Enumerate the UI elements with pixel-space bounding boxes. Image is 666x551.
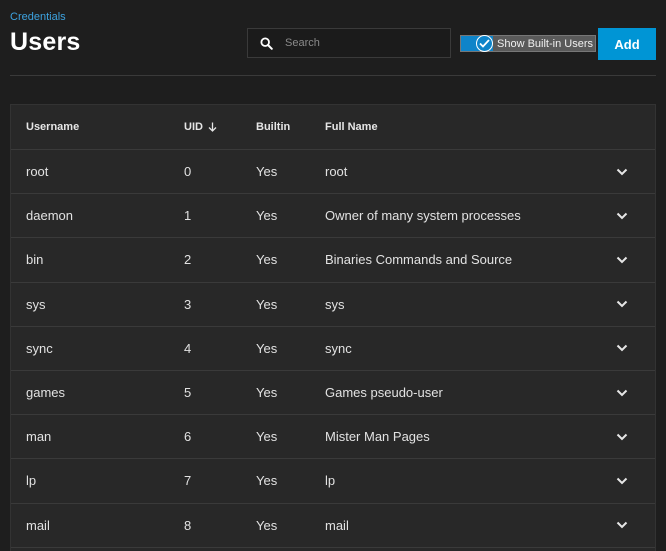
page-title: Users bbox=[10, 28, 81, 56]
cell-username: games bbox=[26, 385, 66, 401]
cell-username: sync bbox=[26, 340, 53, 356]
cell-uid: 8 bbox=[184, 517, 192, 533]
cell-uid: 7 bbox=[184, 473, 192, 489]
arrow-down-icon bbox=[208, 122, 217, 132]
cell-builtin: Yes bbox=[256, 208, 278, 224]
cell-builtin: Yes bbox=[256, 473, 278, 489]
chevron-down-icon[interactable] bbox=[614, 283, 630, 326]
cell-builtin: Yes bbox=[256, 252, 278, 268]
chevron-down-icon[interactable] bbox=[614, 504, 630, 547]
table-row[interactable]: root 0 Yes root bbox=[11, 150, 655, 195]
cell-username: root bbox=[26, 164, 49, 180]
chevron-down-icon[interactable] bbox=[614, 371, 630, 414]
column-header-uid[interactable]: UID bbox=[184, 105, 217, 149]
column-header-uid-label: UID bbox=[184, 121, 203, 133]
cell-full-name: sync bbox=[325, 340, 352, 356]
cell-username: lp bbox=[26, 473, 37, 489]
cell-builtin: Yes bbox=[256, 429, 278, 445]
cell-uid: 0 bbox=[184, 164, 192, 180]
cell-full-name: Binaries Commands and Source bbox=[325, 252, 513, 268]
cell-uid: 2 bbox=[184, 252, 192, 268]
cell-uid: 3 bbox=[184, 296, 192, 312]
chevron-down-icon[interactable] bbox=[614, 327, 630, 370]
toggle-track[interactable] bbox=[461, 35, 493, 52]
cell-full-name: Owner of many system processes bbox=[325, 208, 521, 224]
add-user-button[interactable]: Add bbox=[598, 28, 656, 60]
table-row[interactable]: lp 7 Yes lp bbox=[11, 459, 655, 504]
cell-username: bin bbox=[26, 252, 44, 268]
table-row[interactable]: man 6 Yes Mister Man Pages bbox=[11, 415, 655, 460]
search-box[interactable] bbox=[247, 28, 451, 58]
users-table: Username UID Builtin Full Name root 0 Ye… bbox=[10, 104, 656, 551]
cell-builtin: Yes bbox=[256, 340, 278, 356]
cell-builtin: Yes bbox=[256, 517, 278, 533]
column-header-builtin[interactable]: Builtin bbox=[256, 105, 290, 149]
cell-builtin: Yes bbox=[256, 164, 278, 180]
cell-full-name: lp bbox=[325, 473, 336, 489]
cell-uid: 4 bbox=[184, 340, 192, 356]
table-header: Username UID Builtin Full Name bbox=[11, 105, 655, 150]
cell-full-name: sys bbox=[325, 296, 345, 312]
cell-builtin: Yes bbox=[256, 385, 278, 401]
cell-full-name: Mister Man Pages bbox=[325, 429, 430, 445]
chevron-down-icon[interactable] bbox=[614, 415, 630, 458]
chevron-down-icon[interactable] bbox=[614, 459, 630, 502]
cell-builtin: Yes bbox=[256, 296, 278, 312]
chevron-down-icon[interactable] bbox=[614, 238, 630, 281]
table-row[interactable]: mail 8 Yes mail bbox=[11, 504, 655, 548]
toggle-label: Show Built-in Users bbox=[497, 37, 593, 50]
column-header-full-name[interactable]: Full Name bbox=[325, 105, 378, 149]
cell-full-name: mail bbox=[325, 517, 349, 533]
cell-uid: 6 bbox=[184, 429, 192, 445]
chevron-down-icon[interactable] bbox=[614, 194, 630, 237]
cell-username: sys bbox=[26, 296, 46, 312]
cell-username: man bbox=[26, 429, 52, 445]
breadcrumb[interactable]: Credentials bbox=[10, 11, 66, 23]
cell-username: daemon bbox=[26, 208, 73, 224]
chevron-down-icon[interactable] bbox=[614, 150, 630, 193]
column-header-username[interactable]: Username bbox=[26, 105, 79, 149]
users-page: Credentials Users Show Built-in Users Ad… bbox=[0, 0, 666, 551]
search-icon bbox=[259, 36, 273, 50]
cell-uid: 5 bbox=[184, 385, 192, 401]
cell-full-name: Games pseudo-user bbox=[325, 385, 443, 401]
table-row[interactable]: sys 3 Yes sys bbox=[11, 283, 655, 327]
table-row[interactable]: bin 2 Yes Binaries Commands and Source bbox=[11, 238, 655, 283]
table-row[interactable]: sync 4 Yes sync bbox=[11, 327, 655, 371]
cell-username: mail bbox=[26, 517, 50, 533]
show-builtin-users-toggle[interactable]: Show Built-in Users bbox=[460, 35, 596, 52]
cell-full-name: root bbox=[325, 164, 348, 180]
table-row[interactable]: daemon 1 Yes Owner of many system proces… bbox=[11, 194, 655, 239]
check-icon bbox=[476, 35, 493, 52]
table-row[interactable]: games 5 Yes Games pseudo-user bbox=[11, 371, 655, 416]
search-input[interactable] bbox=[285, 37, 435, 49]
header-divider bbox=[10, 75, 656, 76]
cell-uid: 1 bbox=[184, 208, 192, 224]
